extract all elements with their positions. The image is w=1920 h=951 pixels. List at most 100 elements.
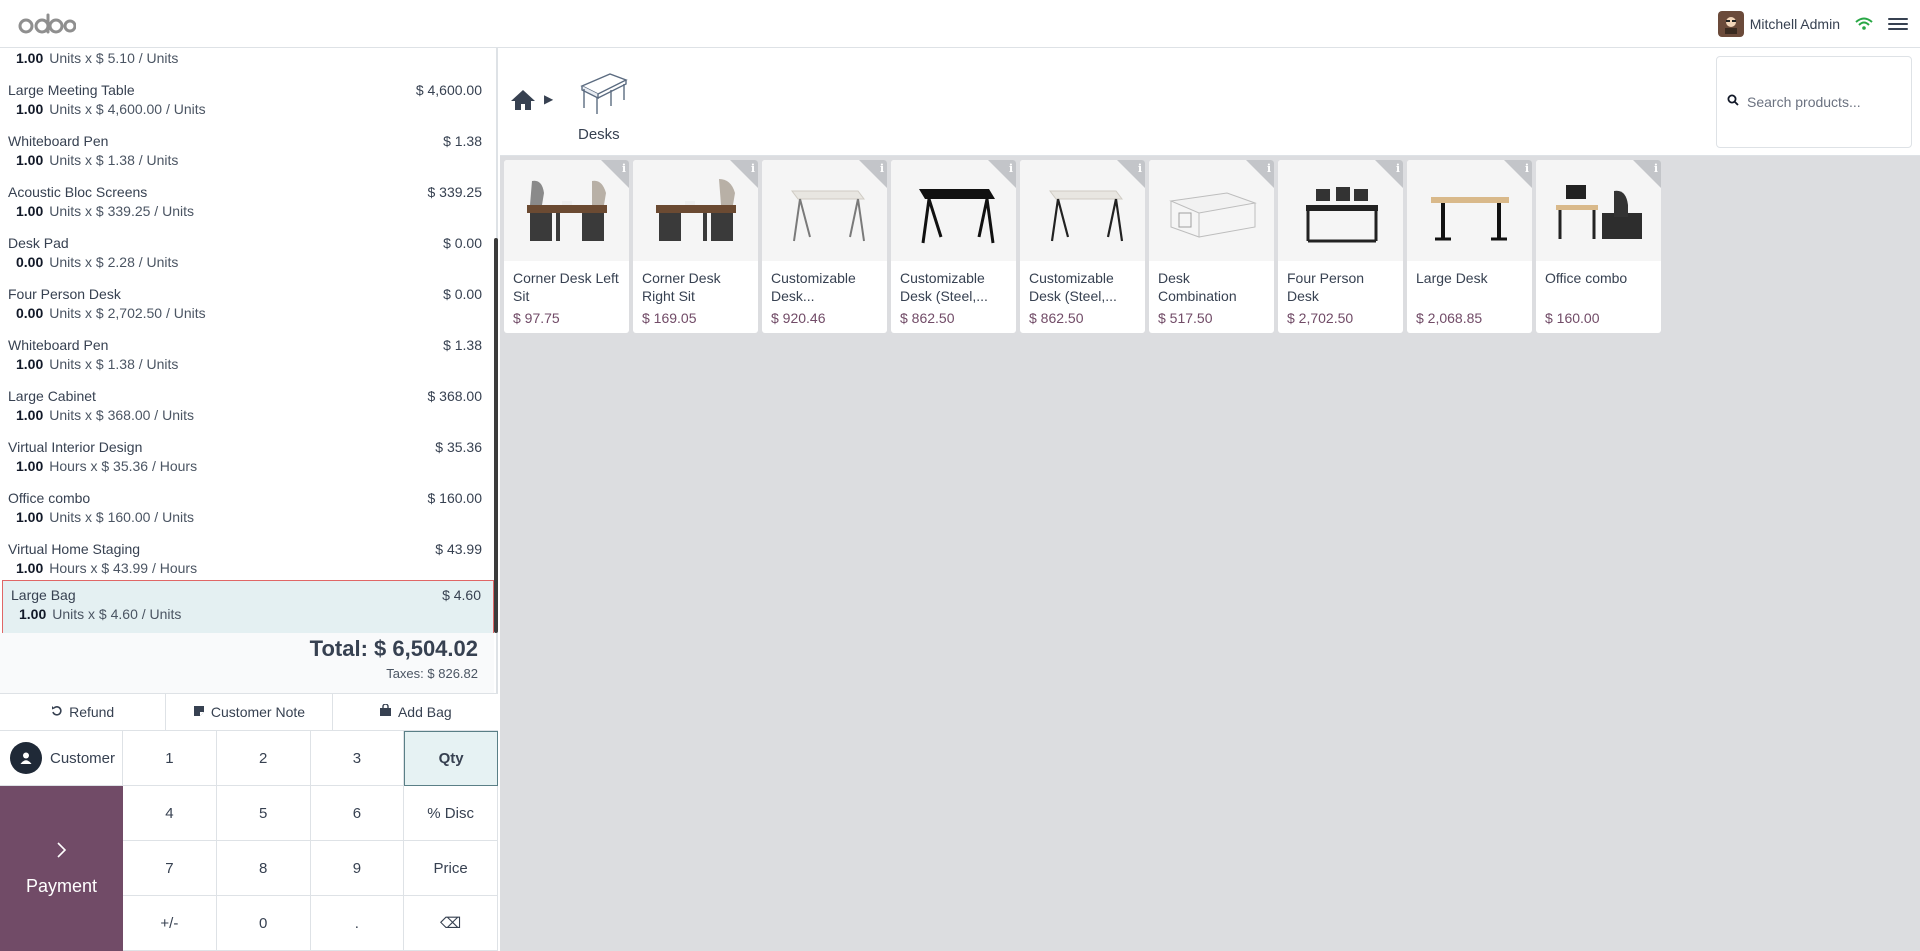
orderline-detail: 1.00 Units x $ 160.00 / Units [16,509,194,525]
category-label: Desks [578,126,620,143]
info-icon[interactable]: i [1009,162,1013,175]
orderline-selected[interactable]: Large Bag $ 4.60 1.00 Units x $ 4.60 / Un… [2,580,494,633]
top-bar: Mitchell Admin [0,0,1920,48]
orderline-name: Office combo [8,490,91,506]
discount-mode-button[interactable]: % Disc [404,786,498,841]
backspace-button[interactable]: ⌫ [404,896,498,951]
info-icon[interactable]: i [1138,162,1142,175]
info-icon[interactable]: i [622,162,626,175]
orderline[interactable]: Large Cabinet $ 368.00 1.00 Units x $ 368… [0,379,494,430]
note-icon [193,704,205,720]
search-input[interactable] [1747,94,1897,110]
product-price: $ 517.50 [1158,310,1213,326]
product-card[interactable]: i Customizable Desk... $ 920.46 [762,160,887,333]
info-icon[interactable]: i [1396,162,1400,175]
orderline-detail: 1.00 Units x $ 1.38 / Units [16,152,179,168]
category-bar: ▶ Desks [500,48,1920,156]
order-scrollbar[interactable] [494,238,498,633]
numpad-key-4[interactable]: 4 [123,786,217,841]
numpad: 1 2 3 Qty 4 5 6 % Disc 7 8 9 Price +/- 0… [123,731,498,951]
info-icon[interactable]: i [751,162,755,175]
product-price: $ 97.75 [513,310,560,326]
control-buttons: Refund Customer Note Add Bag [0,693,498,731]
order-totals: Total: $ 6,504.02 Taxes: $ 826.82 [0,633,494,693]
product-list: i Corner Desk Left Sit $ 97.75 i Corner … [504,160,1661,333]
product-price: $ 862.50 [1029,310,1084,326]
product-card[interactable]: i Customizable Desk (Steel,... $ 862.50 [1020,160,1145,333]
numpad-key-8[interactable]: 8 [216,841,311,896]
product-card[interactable]: i Desk Combination $ 517.50 [1149,160,1274,333]
order-taxes: Taxes: $ 826.82 [386,666,478,681]
info-icon[interactable]: i [1525,162,1529,175]
product-card[interactable]: i Four Person Desk $ 2,702.50 [1278,160,1403,333]
info-icon[interactable]: i [1654,162,1658,175]
undo-icon [51,704,63,720]
orderline-detail: 1.00 Units x $ 4.60 / Units [19,606,182,622]
product-name: Corner Desk Right Sit [642,270,721,304]
numpad-key-7[interactable]: 7 [123,841,217,896]
orderline[interactable]: Virtual Interior Design $ 35.36 1.00 Hour… [0,430,494,481]
refund-button[interactable]: Refund [0,694,167,730]
orderline[interactable]: Four Person Desk $ 0.00 0.00 Units x $ 2,… [0,277,494,328]
numpad-key-sign[interactable]: +/- [123,896,217,951]
numpad-key-9[interactable]: 9 [310,841,405,896]
orderline[interactable]: Virtual Home Staging $ 43.99 1.00 Hours x… [0,532,494,583]
orderline[interactable]: Office combo $ 160.00 1.00 Units x $ 160.… [0,481,494,532]
orderline-price: $ 35.36 [435,439,482,455]
product-card[interactable]: i Customizable Desk (Steel,... $ 862.50 [891,160,1016,333]
numpad-key-0[interactable]: 0 [216,896,311,951]
product-card[interactable]: i Corner Desk Right Sit $ 169.05 [633,160,758,333]
product-name: Four Person Desk [1287,270,1365,304]
qty-mode-button[interactable]: Qty [404,731,498,786]
orderline-detail: 0.00 Units x $ 2,702.50 / Units [16,305,206,321]
orderline-name: Acoustic Bloc Screens [8,184,148,200]
product-card[interactable]: i Large Desk $ 2,068.85 [1407,160,1532,333]
orderline-detail: 1.00 Hours x $ 43.99 / Hours [16,560,198,576]
info-icon[interactable]: i [880,162,884,175]
orderline[interactable]: Large Meeting Table $ 4,600.00 1.00 Units… [0,73,494,124]
user-menu[interactable]: Mitchell Admin [1717,11,1840,37]
menu-icon[interactable] [1888,14,1908,34]
customer-note-button[interactable]: Customer Note [166,694,333,730]
orderline-price: $ 0.00 [443,235,482,251]
orderline-price: $ 43.99 [435,541,482,557]
category-desks[interactable] [576,68,632,121]
numpad-key-6[interactable]: 6 [310,786,405,841]
product-card[interactable]: i Office combo $ 160.00 [1536,160,1661,333]
orderline-detail: 1.00 Units x $ 368.00 / Units [16,407,194,423]
home-icon[interactable] [510,88,536,112]
orderline[interactable]: Whiteboard Pen $ 1.38 1.00 Units x $ 1.38… [0,124,494,175]
orderline-name: Desk Pad [8,235,69,251]
orderline-detail: 1.00 Hours x $ 35.36 / Hours [16,458,198,474]
orderline-name: Whiteboard Pen [8,133,109,149]
product-name: Large Desk [1416,270,1488,286]
product-card[interactable]: i Corner Desk Left Sit $ 97.75 [504,160,629,333]
order-total: Total: $ 6,504.02 [309,636,478,661]
orderline[interactable]: 1.00 Units x $ 5.10 / Units [0,48,494,73]
product-price: $ 920.46 [771,310,826,326]
customer-button[interactable]: Customer [0,731,123,786]
numpad-key-5[interactable]: 5 [216,786,311,841]
product-screen: ▶ Desks Search products... i Corner Desk… [500,48,1920,951]
orderline-price: $ 4.60 [442,587,481,603]
odoo-logo[interactable] [18,10,76,38]
numpad-key-decimal[interactable]: . [310,896,405,951]
orderline-detail: 1.00 Units x $ 4,600.00 / Units [16,101,206,117]
numpad-key-2[interactable]: 2 [216,731,311,786]
search-icon [1727,93,1739,111]
price-mode-button[interactable]: Price [404,841,498,896]
numpad-key-1[interactable]: 1 [123,731,217,786]
orderline-name: Large Bag [11,587,76,603]
user-icon [10,742,42,774]
orderline[interactable]: Desk Pad $ 0.00 0.00 Units x $ 2.28 / Uni… [0,226,494,277]
orderline-detail: 0.00 Units x $ 2.28 / Units [16,254,179,270]
orderline-name: Four Person Desk [8,286,121,302]
product-price: $ 862.50 [900,310,955,326]
orderline[interactable]: Whiteboard Pen $ 1.38 1.00 Units x $ 1.38… [0,328,494,379]
info-icon[interactable]: i [1267,162,1271,175]
payment-button[interactable]: Payment [0,786,123,951]
search-bar[interactable] [1716,56,1912,148]
orderline[interactable]: Acoustic Bloc Screens $ 339.25 1.00 Units… [0,175,494,226]
add-bag-button[interactable]: Add Bag [332,694,498,730]
numpad-key-3[interactable]: 3 [310,731,405,786]
